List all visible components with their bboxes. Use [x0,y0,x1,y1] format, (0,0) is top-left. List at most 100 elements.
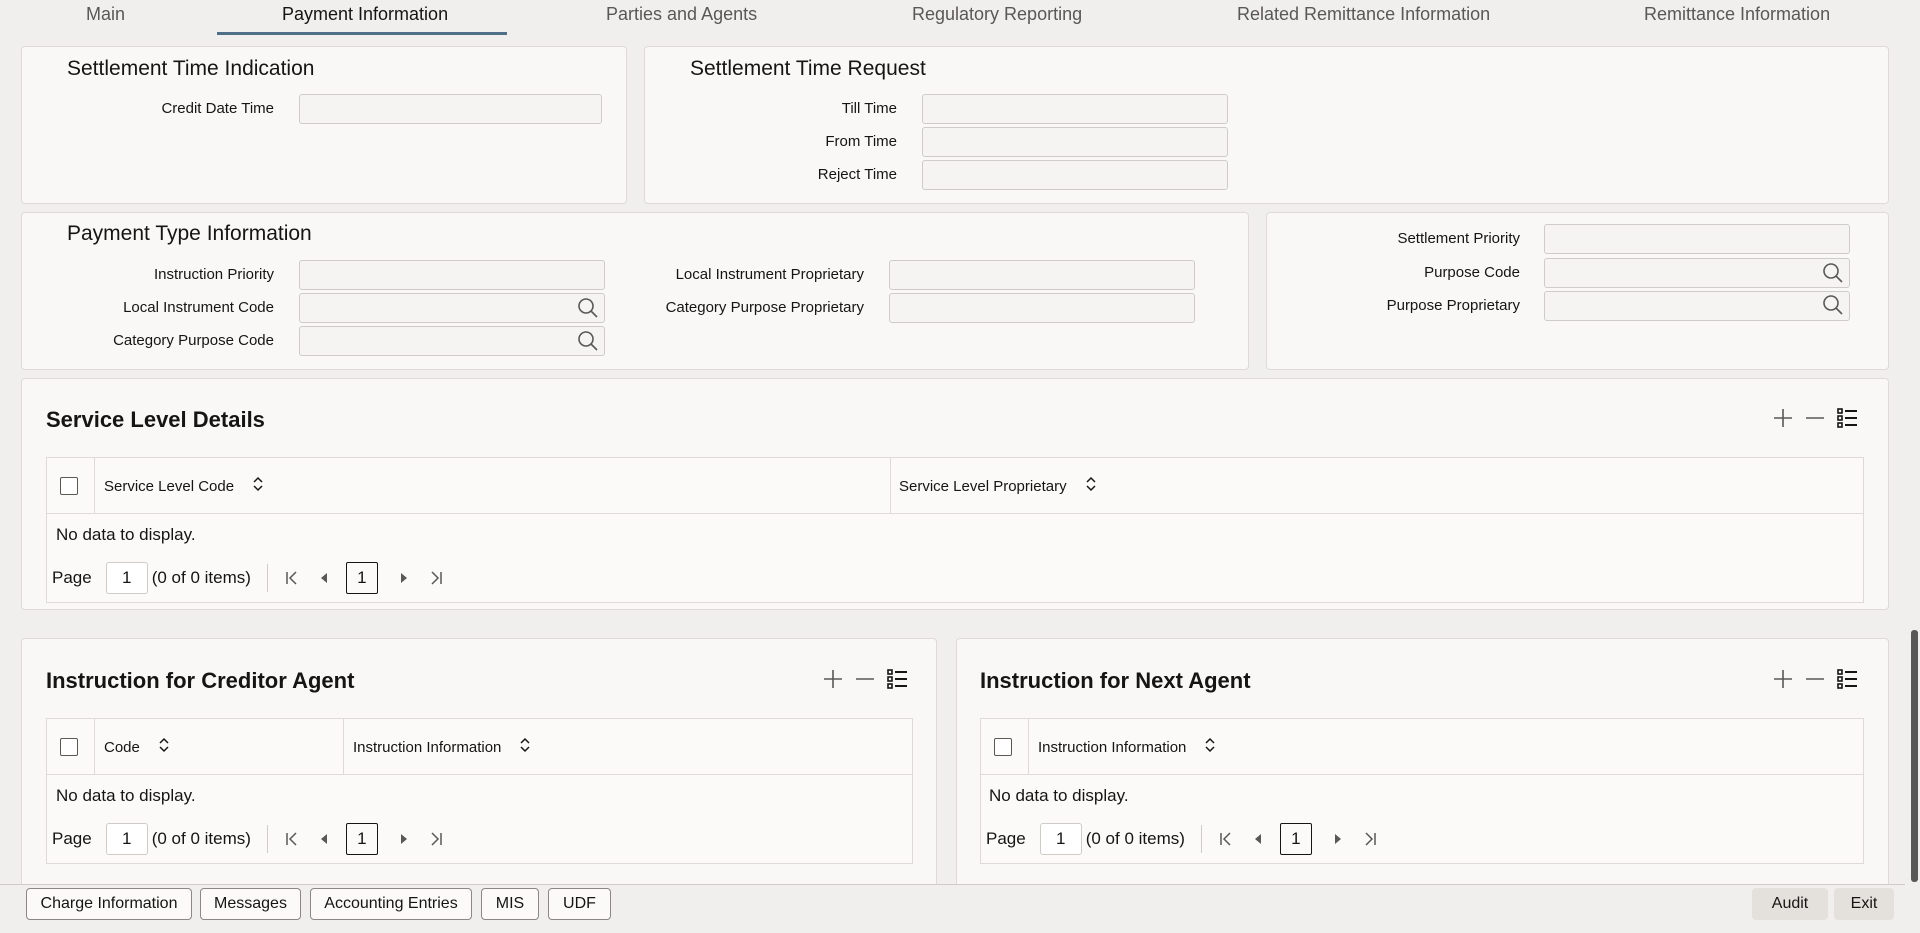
tab-regulatory-reporting[interactable]: Regulatory Reporting [912,4,1082,25]
no-data-message: No data to display. [56,525,196,544]
sort-icon[interactable] [1204,737,1216,757]
next-page-icon[interactable] [392,833,416,845]
purpose-proprietary-search-icon[interactable] [1820,292,1846,318]
remove-row-icon[interactable] [1804,668,1826,690]
last-page-icon[interactable] [1358,831,1382,847]
exit-button[interactable]: Exit [1834,888,1894,920]
column-label: Code [104,738,140,756]
credit-date-time-input[interactable] [299,94,602,124]
purpose-code-input[interactable] [1544,258,1850,288]
current-page[interactable]: 1 [1279,823,1312,855]
sort-icon[interactable] [158,737,170,757]
local-instrument-code-search-icon[interactable] [575,295,601,321]
page-label: Page [52,829,92,848]
tab-payment-information[interactable]: Payment Information [282,4,448,25]
local-instrument-code-input[interactable] [299,293,605,323]
instruction-priority-input[interactable] [299,260,605,290]
category-purpose-code-input[interactable] [299,326,605,356]
column-label: Service Level Code [104,477,235,495]
add-row-icon[interactable] [822,668,844,690]
select-all-checkbox[interactable] [994,738,1012,756]
local-instrument-proprietary-input[interactable] [889,260,1195,290]
tab-bar: Main Payment Information Parties and Age… [0,0,1905,36]
sort-icon[interactable] [519,737,531,757]
accounting-entries-button[interactable]: Accounting Entries [310,888,472,920]
settlement-priority-input[interactable] [1544,224,1850,254]
single-record-view-icon[interactable] [1836,407,1858,429]
column-label: Instruction Information [1038,738,1187,756]
purpose-proprietary-input[interactable] [1544,291,1850,321]
tab-remittance-information[interactable]: Remittance Information [1644,4,1830,25]
column-code[interactable]: Code [104,719,170,775]
previous-page-icon[interactable] [312,572,336,584]
single-record-view-icon[interactable] [1836,668,1858,690]
remove-row-icon[interactable] [1804,407,1826,429]
purpose-proprietary-label: Purpose Proprietary [1386,297,1520,314]
pagination: Page 1 (0 of 0 items) 1 [52,562,456,594]
column-service-level-proprietary[interactable]: Service Level Proprietary [899,458,1097,514]
active-tab-indicator [217,32,507,35]
select-all-checkbox[interactable] [60,477,78,495]
next-agent-title: Instruction for Next Agent [980,668,1251,693]
single-record-view-icon[interactable] [886,668,908,690]
credit-date-time-label: Credit Date Time [161,100,274,117]
sort-icon[interactable] [1085,476,1097,496]
last-page-icon[interactable] [424,570,448,586]
creditor-agent-grid: Code Instruction Information No data to … [46,718,913,864]
from-time-input[interactable] [922,127,1228,157]
page-number-input[interactable]: 1 [1039,823,1082,855]
column-instruction-information[interactable]: Instruction Information [353,719,531,775]
service-level-toolbar [1772,407,1858,429]
tab-related-remittance-information[interactable]: Related Remittance Information [1237,4,1490,25]
till-time-input[interactable] [922,94,1228,124]
audit-button[interactable]: Audit [1752,888,1828,920]
next-page-icon[interactable] [392,572,416,584]
creditor-agent-toolbar [822,668,908,690]
settlement-priority-label: Settlement Priority [1397,230,1520,247]
first-page-icon[interactable] [280,570,304,586]
payment-type-information-title: Payment Type Information [67,222,312,245]
add-row-icon[interactable] [1772,668,1794,690]
page-label: Page [986,829,1026,848]
creditor-agent-title: Instruction for Creditor Agent [46,668,355,693]
tab-main[interactable]: Main [86,4,125,25]
tab-parties-and-agents[interactable]: Parties and Agents [606,4,757,25]
add-row-icon[interactable] [1772,407,1794,429]
charge-information-button[interactable]: Charge Information [26,888,192,920]
select-all-checkbox[interactable] [60,738,78,756]
page-number-input[interactable]: 1 [105,823,148,855]
settlement-time-indication-title: Settlement Time Indication [67,57,315,80]
sort-icon[interactable] [252,476,264,496]
first-page-icon[interactable] [1214,831,1238,847]
messages-button[interactable]: Messages [200,888,301,920]
category-purpose-proprietary-input[interactable] [889,293,1195,323]
next-page-icon[interactable] [1326,833,1350,845]
column-divider [1028,719,1029,775]
column-instruction-information[interactable]: Instruction Information [1038,719,1216,775]
category-purpose-code-search-icon[interactable] [575,328,601,354]
first-page-icon[interactable] [280,831,304,847]
previous-page-icon[interactable] [312,833,336,845]
mis-button[interactable]: MIS [481,888,539,920]
column-divider [94,719,95,775]
last-page-icon[interactable] [424,831,448,847]
select-all-checkbox-cell [60,719,84,775]
column-service-level-code[interactable]: Service Level Code [104,458,264,514]
page-number-input[interactable]: 1 [105,562,148,594]
pagination-divider [266,564,268,592]
items-count: (0 of 0 items) [1085,829,1185,848]
current-page[interactable]: 1 [345,562,378,594]
purpose-code-search-icon[interactable] [1820,260,1846,286]
reject-time-input[interactable] [922,160,1228,190]
remove-row-icon[interactable] [854,668,876,690]
current-page[interactable]: 1 [345,823,378,855]
udf-button[interactable]: UDF [548,888,611,920]
local-instrument-code-label: Local Instrument Code [123,299,274,316]
pagination: Page 1 (0 of 0 items) 1 [986,823,1390,855]
previous-page-icon[interactable] [1246,833,1270,845]
column-divider [343,719,344,775]
reject-time-label: Reject Time [817,166,897,183]
column-divider [890,458,891,514]
items-count: (0 of 0 items) [151,568,251,587]
scrollbar-thumb[interactable] [1911,630,1918,882]
